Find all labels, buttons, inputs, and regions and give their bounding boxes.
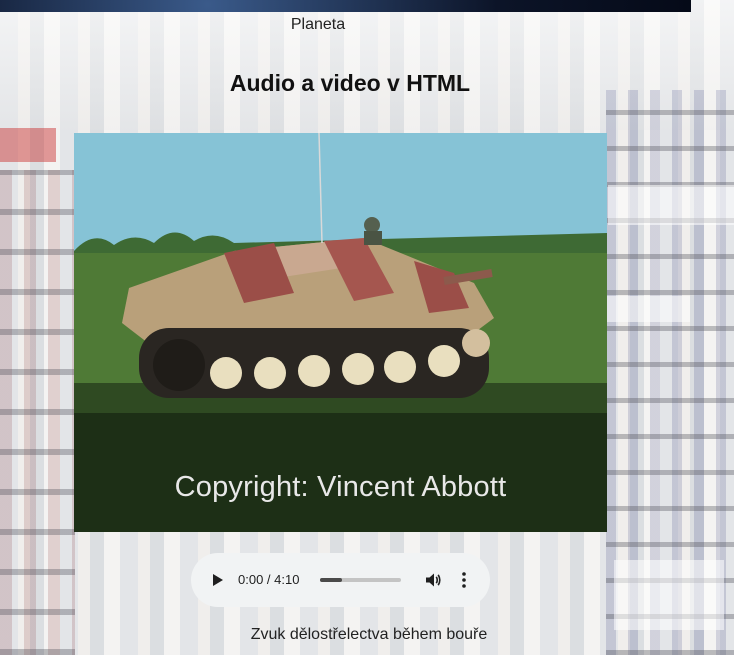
more-options-icon[interactable]	[460, 571, 468, 589]
video-overlay-text: Copyright: Vincent Abbott	[174, 471, 507, 503]
audio-time-display: 0:00 / 4:10	[238, 572, 300, 587]
background-sign-right	[608, 185, 734, 225]
play-icon[interactable]	[213, 574, 223, 586]
background-sign-left	[0, 128, 56, 162]
page-title: Audio a video v HTML	[229, 70, 471, 96]
volume-icon[interactable]	[424, 571, 442, 589]
audio-player[interactable]: 0:00 / 4:10	[191, 553, 490, 607]
background-sign-bosch	[606, 296, 690, 322]
background-bin	[614, 560, 724, 630]
previous-image-caption: Planeta	[290, 16, 346, 33]
previous-image	[0, 0, 691, 12]
background-shelf-left	[0, 170, 75, 655]
audio-caption: Zvuk dělostřelectva během bouře	[250, 626, 488, 643]
audio-progress-bar[interactable]	[320, 578, 401, 582]
video-player[interactable]: Copyright: Vincent Abbott	[74, 133, 607, 532]
audio-progress-buffered	[320, 578, 342, 582]
